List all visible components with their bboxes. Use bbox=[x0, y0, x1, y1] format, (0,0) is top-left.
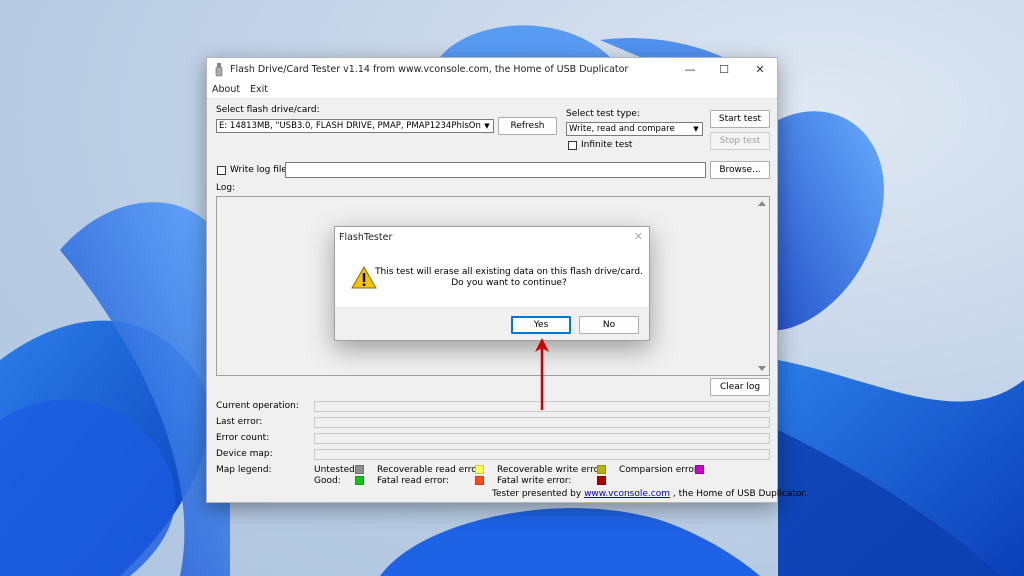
dialog-title-bar: FlashTester ✕ bbox=[335, 227, 649, 247]
menu-exit[interactable]: Exit bbox=[250, 84, 268, 95]
write-log-label: Write log file bbox=[230, 165, 287, 175]
drive-select-value: E: 14813MB, "USB3.0, FLASH DRIVE, PMAP, … bbox=[219, 121, 494, 131]
stop-test-button[interactable]: Stop test bbox=[710, 132, 770, 150]
legend-good-label: Good: bbox=[314, 476, 341, 486]
dialog-body: This test will erase all existing data o… bbox=[335, 247, 649, 307]
clear-log-button[interactable]: Clear log bbox=[710, 378, 770, 396]
menu-bar: About Exit bbox=[207, 82, 777, 99]
footer-prefix: Tester presented by bbox=[492, 489, 582, 499]
legend-comparison-swatch bbox=[695, 465, 704, 474]
browse-button[interactable]: Browse... bbox=[710, 161, 770, 179]
legend-untested-swatch bbox=[355, 465, 364, 474]
start-test-button[interactable]: Start test bbox=[710, 110, 770, 128]
error-count-field bbox=[314, 433, 770, 444]
legend-fatal-write-swatch bbox=[597, 476, 606, 485]
test-type-select[interactable]: Write, read and compare ▼ bbox=[566, 122, 703, 136]
last-error-field bbox=[314, 417, 770, 428]
legend-fatal-read-swatch bbox=[475, 476, 484, 485]
close-button[interactable]: ✕ bbox=[743, 58, 777, 82]
device-map-label: Device map: bbox=[216, 449, 273, 459]
annotation-arrow bbox=[535, 338, 549, 410]
confirm-dialog: FlashTester ✕ This test will erase all e… bbox=[334, 226, 650, 341]
minimize-button[interactable]: — bbox=[673, 58, 707, 82]
refresh-button[interactable]: Refresh bbox=[498, 117, 557, 135]
dialog-message-line2: Do you want to continue? bbox=[451, 278, 567, 288]
menu-about[interactable]: About bbox=[212, 84, 240, 95]
footer-text: Tester presented by www.vconsole.com , t… bbox=[492, 489, 807, 499]
window-title: Flash Drive/Card Tester v1.14 from www.v… bbox=[230, 64, 629, 75]
map-legend-label: Map legend: bbox=[216, 465, 272, 475]
legend-good-swatch bbox=[355, 476, 364, 485]
scroll-up-arrow-icon[interactable] bbox=[758, 201, 766, 206]
legend-fatal-read-label: Fatal read error: bbox=[377, 476, 450, 486]
legend-recoverable-read-swatch bbox=[475, 465, 484, 474]
last-error-label: Last error: bbox=[216, 417, 263, 427]
legend-fatal-write-label: Fatal write error: bbox=[497, 476, 572, 486]
maximize-button[interactable]: ☐ bbox=[707, 58, 741, 82]
scroll-down-arrow-icon[interactable] bbox=[758, 366, 766, 371]
log-label: Log: bbox=[216, 183, 236, 193]
infinite-test-label: Infinite test bbox=[581, 140, 633, 150]
dialog-title: FlashTester bbox=[339, 232, 393, 243]
yes-button[interactable]: Yes bbox=[511, 316, 571, 334]
test-type-label: Select test type: bbox=[566, 109, 640, 119]
chevron-down-icon: ▼ bbox=[481, 120, 493, 132]
test-type-value: Write, read and compare bbox=[569, 124, 675, 134]
legend-recoverable-write-swatch bbox=[597, 465, 606, 474]
infinite-test-checkbox[interactable] bbox=[568, 141, 577, 150]
legend-recoverable-read-label: Recoverable read error: bbox=[377, 465, 484, 475]
dialog-close-icon[interactable]: ✕ bbox=[634, 230, 643, 243]
legend-comparison-label: Comparsion error: bbox=[619, 465, 701, 475]
log-file-path-input[interactable] bbox=[285, 162, 706, 178]
chevron-down-icon: ▼ bbox=[690, 123, 702, 135]
no-button[interactable]: No bbox=[579, 316, 639, 334]
dialog-message-line1: This test will erase all existing data o… bbox=[375, 267, 643, 277]
legend-recoverable-write-label: Recoverable write error: bbox=[497, 465, 606, 475]
vconsole-link[interactable]: www.vconsole.com bbox=[584, 489, 670, 499]
device-map-field bbox=[314, 449, 770, 460]
legend-untested-label: Untested: bbox=[314, 465, 358, 475]
usb-app-icon bbox=[215, 63, 223, 77]
drive-select[interactable]: E: 14813MB, "USB3.0, FLASH DRIVE, PMAP, … bbox=[216, 119, 494, 133]
current-operation-label: Current operation: bbox=[216, 401, 299, 411]
title-bar: Flash Drive/Card Tester v1.14 from www.v… bbox=[207, 58, 777, 82]
dialog-message: This test will erase all existing data o… bbox=[375, 267, 643, 289]
select-drive-label: Select flash drive/card: bbox=[216, 105, 320, 115]
write-log-checkbox[interactable] bbox=[217, 166, 226, 175]
footer-suffix: , the Home of USB Duplicator. bbox=[672, 489, 808, 499]
warning-icon bbox=[351, 266, 377, 289]
error-count-label: Error count: bbox=[216, 433, 270, 443]
